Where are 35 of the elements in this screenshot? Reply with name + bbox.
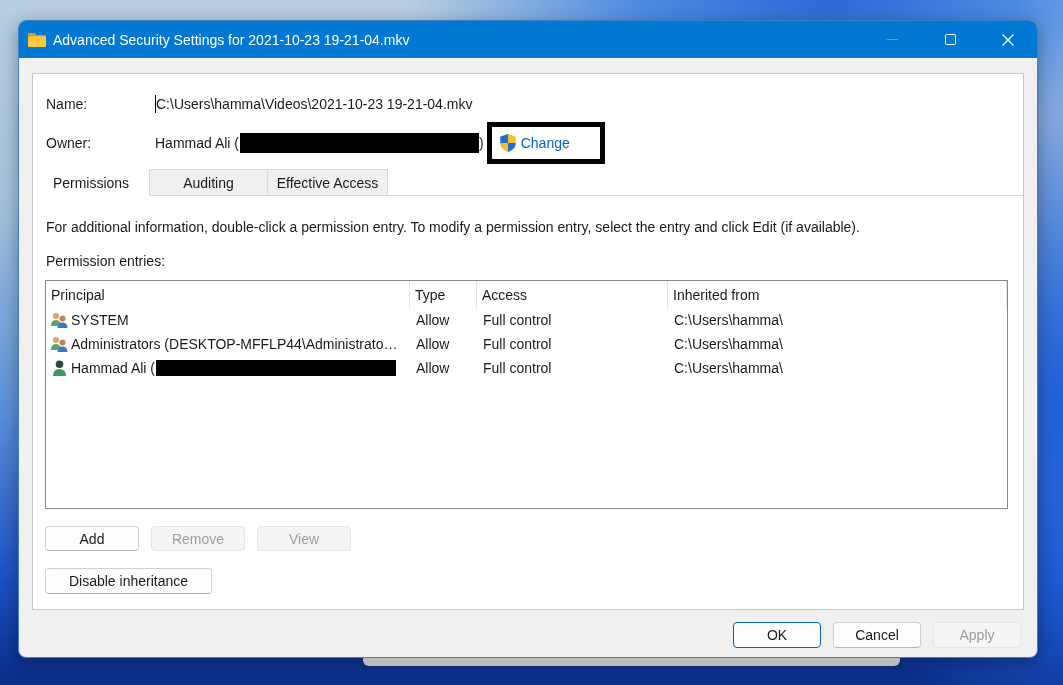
change-link[interactable]: Change xyxy=(499,134,570,152)
table-cell-text: Full control xyxy=(482,335,553,354)
table-cell-text: Allow xyxy=(415,335,451,354)
table-cell-text: C:\Users\hamma\ xyxy=(673,311,784,330)
users-icon xyxy=(51,312,68,328)
dialog-button[interactable]: OK xyxy=(733,622,821,648)
maximize-icon xyxy=(944,34,956,45)
owner-name-end: ) xyxy=(479,135,484,151)
table-cell-text: Full control xyxy=(482,359,553,378)
table-cell-text: C:\Users\hamma\ xyxy=(673,359,784,378)
permission-entries-label: Permission entries: xyxy=(46,252,166,271)
entry-button[interactable]: Add xyxy=(45,526,139,551)
window-title: Advanced Security Settings for 2021-10-23 19-21-04.mkv xyxy=(53,31,410,48)
owner-label: Owner: xyxy=(46,135,93,151)
name-label: Name: xyxy=(46,96,89,112)
principal-name[interactable]: Hammad Ali ( xyxy=(71,360,156,376)
users-icon xyxy=(51,336,68,352)
minimize-icon xyxy=(886,39,898,40)
disable-inheritance-button[interactable]: Disable inheritance xyxy=(45,568,212,594)
shield-icon xyxy=(499,134,516,152)
table-cell-text: Allow xyxy=(415,359,451,378)
owner-name: Hammad Ali ( xyxy=(155,135,240,151)
table-cell-text: Allow xyxy=(415,311,451,330)
tab[interactable]: Auditing xyxy=(150,169,268,196)
close-icon xyxy=(1002,33,1014,46)
user-icon xyxy=(51,360,68,376)
tab[interactable]: Effective Access xyxy=(268,169,388,196)
instruction-text: For additional information, double-click a permission entry. To modify a permission entry, select the entry and click Edit (if available). xyxy=(46,218,860,237)
principal-name[interactable]: Administrators (DESKTOP-MFFLP44\Administrato… xyxy=(71,336,398,352)
principal-name[interactable]: SYSTEM xyxy=(71,312,129,328)
dialog-button[interactable]: Cancel xyxy=(833,622,921,648)
folder-icon xyxy=(28,32,46,47)
table-cell-text: Full control xyxy=(482,311,553,330)
table-cell-text: C:\Users\hamma\ xyxy=(673,335,784,354)
file-path-field[interactable]: C:\Users\hamma\Videos\2021-10-23 19-21-04.mkv xyxy=(155,95,473,113)
